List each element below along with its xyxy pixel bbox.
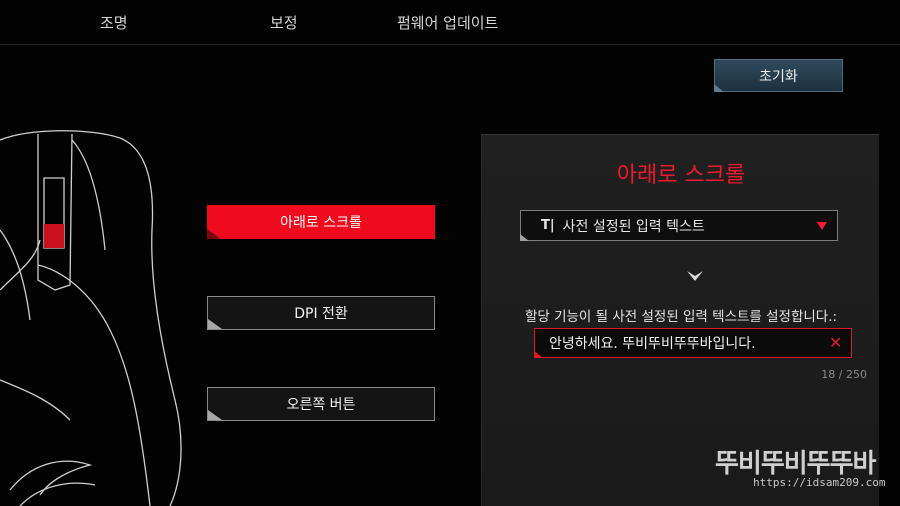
char-counter: 18 / 250 bbox=[821, 368, 867, 381]
function-label: 아래로 스크롤 bbox=[280, 215, 362, 231]
scroll-wheel bbox=[44, 224, 64, 248]
corner-notch bbox=[208, 410, 222, 420]
description-text: 할당 기능이 될 사전 설정된 입력 텍스트를 설정합니다.: bbox=[524, 309, 838, 325]
preset-text-input[interactable]: 안녕하세요. 뚜비뚜비뚜뚜바입니다. ✕ bbox=[534, 328, 852, 358]
tab-firmware-update[interactable]: 펌웨어 업데이트 bbox=[397, 12, 498, 33]
watermark-url: https://idsam209.com bbox=[753, 476, 886, 489]
function-label: 오른쪽 버튼 bbox=[286, 397, 356, 413]
top-nav: 조명 보정 펌웨어 업데이트 bbox=[0, 0, 900, 45]
corner-notch bbox=[534, 351, 543, 358]
mouse-illustration bbox=[0, 130, 182, 506]
function-dpi-switch-button[interactable]: DPI 전환 bbox=[207, 296, 435, 330]
corner-notch bbox=[207, 229, 221, 239]
clear-icon[interactable]: ✕ bbox=[829, 335, 843, 351]
input-value: 안녕하세요. 뚜비뚜비뚜뚜바입니다. bbox=[549, 336, 756, 352]
function-type-select[interactable]: T| 사전 설정된 입력 텍스트 bbox=[520, 210, 838, 241]
tab-lighting[interactable]: 조명 bbox=[100, 12, 128, 33]
corner-notch bbox=[520, 234, 529, 241]
tab-calibration[interactable]: 보정 bbox=[270, 12, 298, 33]
chevron-down-icon bbox=[817, 222, 827, 230]
chevron-down-icon bbox=[687, 271, 703, 281]
reset-button[interactable]: 초기화 bbox=[714, 59, 843, 92]
watermark-logo: 뚜비뚜비뚜뚜바 bbox=[715, 449, 876, 479]
panel-title: 아래로 스크롤 bbox=[616, 163, 746, 188]
function-right-button[interactable]: 오른쪽 버튼 bbox=[207, 387, 435, 421]
function-scroll-down-button[interactable]: 아래로 스크롤 bbox=[207, 205, 435, 239]
select-value: 사전 설정된 입력 텍스트 bbox=[562, 218, 705, 235]
watermark: 뚜비뚜비뚜뚜바 https://idsam209.com bbox=[715, 443, 890, 498]
text-cursor-icon: T| bbox=[541, 218, 555, 233]
corner-notch bbox=[208, 319, 222, 329]
function-label: DPI 전환 bbox=[294, 306, 348, 322]
